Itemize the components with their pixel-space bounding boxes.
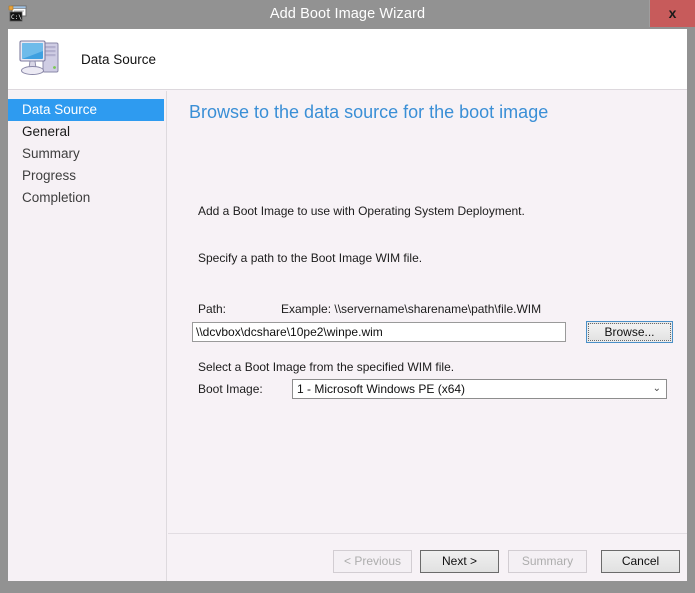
path-input[interactable]	[192, 322, 566, 342]
intro-text: Add a Boot Image to use with Operating S…	[198, 204, 525, 218]
sidebar-item-general[interactable]: General	[8, 121, 164, 143]
content-pane: Browse to the data source for the boot i…	[168, 91, 687, 533]
boot-image-selected-value: 1 - Microsoft Windows PE (x64)	[297, 382, 466, 396]
browse-button[interactable]: Browse...	[586, 321, 673, 343]
wizard-step-list: Data Source General Summary Progress Com…	[8, 91, 167, 581]
browse-button-label: Browse...	[588, 323, 671, 341]
wizard-footer: < Previous Next > Summary Cancel	[168, 534, 687, 581]
next-button[interactable]: Next >	[420, 550, 499, 573]
select-bootimage-text: Select a Boot Image from the specified W…	[198, 360, 455, 374]
path-example-text: Example: \\servername\sharename\path\fil…	[281, 302, 542, 316]
page-title: Browse to the data source for the boot i…	[189, 102, 549, 122]
cancel-button[interactable]: Cancel	[601, 550, 680, 573]
computer-icon	[16, 35, 66, 82]
specify-text: Specify a path to the Boot Image WIM fil…	[198, 251, 423, 265]
boot-image-select[interactable]: 1 - Microsoft Windows PE (x64) ⌄	[292, 379, 667, 399]
banner-title: Data Source	[81, 52, 157, 67]
chevron-down-icon: ⌄	[652, 383, 661, 394]
window-title: Add Boot Image Wizard	[269, 6, 426, 22]
sidebar-item-progress[interactable]: Progress	[8, 165, 164, 187]
boot-image-label: Boot Image:	[198, 382, 263, 396]
sidebar-item-summary[interactable]: Summary	[8, 143, 164, 165]
wizard-window: C:\ Add Boot Image Wizard x Data Source …	[0, 0, 695, 593]
previous-button[interactable]: < Previous	[333, 550, 412, 573]
summary-button[interactable]: Summary	[508, 550, 587, 573]
sidebar-item-data-source[interactable]: Data Source	[8, 99, 164, 121]
path-label: Path:	[198, 302, 227, 316]
wizard-banner: Data Source	[8, 29, 687, 90]
client-area: Data Source Data Source General Summary …	[8, 29, 687, 581]
title-bar: C:\ Add Boot Image Wizard x	[0, 0, 695, 29]
sidebar-item-completion[interactable]: Completion	[8, 187, 164, 209]
close-icon[interactable]: x	[649, 0, 695, 27]
